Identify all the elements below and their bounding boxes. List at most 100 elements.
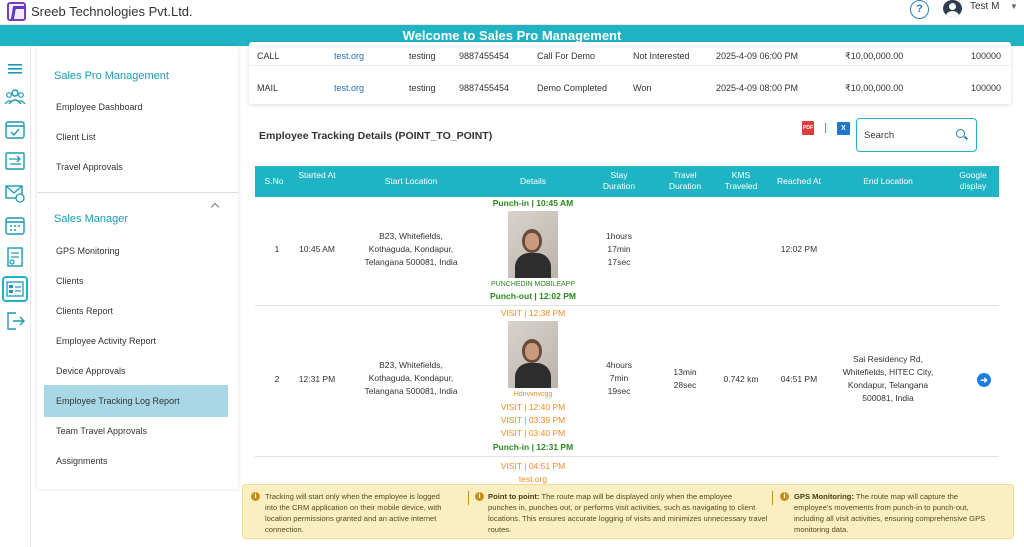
visit-label: VISIT | 12:38 PM [500, 308, 566, 318]
cell-started-at: 12:31 PM [298, 374, 336, 384]
visit-label: VISIT | 03:39 PM [500, 415, 566, 425]
cell-purpose: Demo Completed [537, 83, 608, 93]
cell-sno: 1 [274, 244, 280, 254]
cell-type: MAIL [257, 83, 279, 93]
header-sno: S.No [264, 176, 284, 186]
sidebar-item-clients[interactable]: Clients [44, 265, 228, 297]
table-row: 2 12:31 PM B23, Whitefields, Kothaguda, … [255, 307, 999, 457]
header-google-display: Google display [959, 170, 987, 191]
header-end-location: End Location [863, 176, 913, 186]
travel-minutes: 13min [673, 367, 697, 377]
cell-stay-duration: 1hours 17min 17sec [595, 230, 643, 269]
header-started-at: Started At [298, 170, 336, 180]
info-line: connection. [265, 525, 304, 534]
sidebar-item-gps-monitoring[interactable]: GPS Monitoring [44, 235, 228, 267]
help-icon[interactable]: ? [910, 0, 929, 19]
info-line: location permissions granted and an acti… [265, 514, 437, 523]
header-kms-traveled: KMS Traveled [724, 170, 758, 191]
pdf-export-icon[interactable]: PDF [802, 121, 814, 135]
end-location-line: Kondapur, Telangana [847, 380, 929, 390]
chevron-up-icon[interactable] [210, 202, 220, 212]
start-location-line: Kothaguda, Kondapur, [368, 244, 454, 254]
google-map-share-icon[interactable]: ➜ [977, 373, 991, 387]
cell-date: 2025-4-09 08:00 PM [716, 83, 799, 93]
start-location-line: Telangana 500081, India [364, 386, 458, 396]
employee-photo[interactable] [508, 321, 558, 388]
sidebar-item-employee-activity-report[interactable]: Employee Activity Report [44, 325, 228, 357]
sidebar-item-employee-tracking-log-report[interactable]: Employee Tracking Log Report [44, 385, 228, 417]
cell-client-link[interactable]: test.org [334, 51, 364, 61]
photo-source-label: Hdnvvnvcgg [513, 391, 553, 398]
info-line: including all visit activities, ensuring… [794, 514, 986, 523]
cell-value: 100000 [971, 83, 1002, 93]
tracking-table-body: 1 10:45 AM B23, Whitefields, Kothaguda, … [255, 197, 999, 486]
tracking-section-title: Employee Tracking Details (POINT_TO_POIN… [259, 130, 493, 142]
cell-start-location: B23, Whitefields, Kothaguda, Kondapur, T… [351, 230, 471, 269]
sidebar-item-travel-approvals[interactable]: Travel Approvals [44, 151, 228, 183]
export-divider [825, 123, 826, 133]
sidebar-item-assignments[interactable]: Assignments [44, 445, 228, 477]
cell-client-link[interactable]: test.org [334, 83, 364, 93]
user-menu-caret-icon[interactable]: ▼ [1010, 2, 1018, 11]
search-placeholder: Search [864, 130, 895, 141]
end-location-line: Sai Residency Rd, [853, 354, 923, 364]
stay-hours: 4hours [606, 360, 632, 370]
info-gps-monitoring: GPS Monitoring: The route map will captu… [794, 491, 1009, 535]
punch-in-label: Punch-in | 12:31 PM [492, 442, 574, 452]
cell-stay-duration: 4hours 7min 19sec [595, 359, 643, 398]
info-label: GPS Monitoring: [794, 492, 854, 501]
user-avatar-icon[interactable] [943, 0, 962, 17]
punch-in-label: Punch-in | 10:45 AM [492, 198, 574, 208]
search-icon[interactable] [956, 129, 965, 138]
mail-settings-icon[interactable] [2, 180, 28, 206]
cell-type: CALL [257, 51, 280, 61]
cell-kms-traveled: 0.742 km [723, 374, 759, 384]
header-reached-at: Reached At [777, 176, 821, 186]
start-location-line: B23, Whitefields, [379, 360, 443, 370]
sidebar: Sales Pro Management Employee Dashboard … [37, 46, 238, 489]
cell-value: 100000 [971, 51, 1002, 61]
info-line: Tracking will start only when the employ… [265, 492, 440, 501]
info-icon: i [780, 492, 789, 501]
sidebar-item-employee-dashboard[interactable]: Employee Dashboard [44, 91, 228, 123]
info-line: monitoring data. [794, 525, 849, 534]
search-input[interactable]: Search [856, 118, 977, 152]
table-row: 1 10:45 AM B23, Whitefields, Kothaguda, … [255, 197, 999, 306]
sidebar-section-sales-manager[interactable]: Sales Manager [54, 213, 128, 225]
cell-reached-at: 12:02 PM [780, 244, 818, 254]
calendar-grid-icon[interactable] [2, 212, 28, 238]
logout-icon[interactable] [2, 308, 28, 334]
excel-export-icon[interactable]: X [837, 122, 850, 135]
info-line: The route map will capture the [855, 492, 959, 501]
employee-photo[interactable] [508, 211, 558, 278]
sidebar-item-team-travel-approvals[interactable]: Team Travel Approvals [44, 415, 228, 447]
info-divider [468, 491, 469, 505]
sidebar-item-clients-report[interactable]: Clients Report [44, 295, 228, 327]
invoice-icon[interactable] [2, 244, 28, 270]
cell-status: Won [633, 83, 652, 93]
calendar-check-icon[interactable] [2, 116, 28, 142]
tracking-table-header: S.No Started At Start Location Details S… [255, 166, 999, 197]
company-name: Sreeb Technologies Pvt.Ltd. [31, 4, 193, 19]
travel-seconds: 28sec [673, 380, 697, 390]
stay-minutes: 7min [609, 373, 629, 383]
end-location-line: 500081, India [862, 393, 914, 403]
menu-icon[interactable] [2, 56, 28, 82]
team-icon[interactable] [2, 84, 28, 110]
header-stay-duration: Stay Duration [602, 170, 636, 191]
visit-label: VISIT | 12:40 PM [500, 402, 566, 412]
sidebar-item-device-approvals[interactable]: Device Approvals [44, 355, 228, 387]
sidebar-item-client-list[interactable]: Client List [44, 121, 228, 153]
visit-label: VISIT | 03:40 PM [500, 428, 566, 438]
info-line: employee's movements from punch-in to pu… [794, 503, 969, 512]
transfer-icon[interactable] [2, 148, 28, 174]
main-content: CALL test.org testing 9887455454 Call Fo… [245, 42, 1021, 486]
end-location-line: Whitefields, HITEC City, [842, 367, 934, 377]
info-icon: i [475, 492, 484, 501]
crm-icon[interactable] [2, 276, 28, 302]
start-location-line: Kothaguda, Kondapur, [368, 373, 454, 383]
info-divider [772, 491, 773, 505]
sidebar-section-sales-pro[interactable]: Sales Pro Management [54, 70, 169, 82]
user-name[interactable]: Test M [970, 1, 999, 12]
cell-reached-at: 04:51 PM [780, 374, 818, 384]
